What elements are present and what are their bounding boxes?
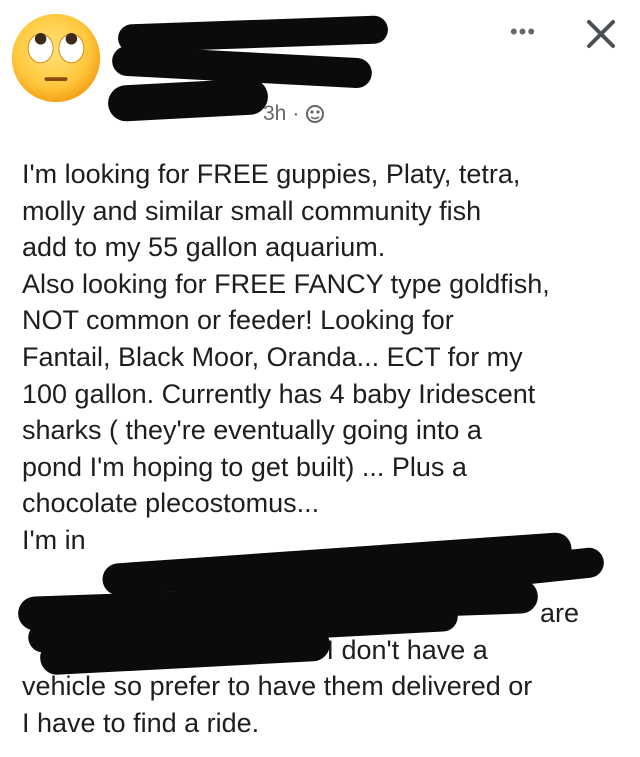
post-line: I have to find a ride. — [22, 707, 260, 738]
post-line: I'm looking for FREE guppies, Platy, tet… — [22, 159, 521, 189]
post-line: vehicle so prefer to have them delivered… — [22, 671, 533, 702]
post-line: pond I'm hoping to get built) ... Plus a — [22, 451, 467, 482]
post-line: .. I don't have a — [304, 634, 488, 665]
post-header: 3h · ••• — [0, 0, 640, 140]
post-meta: 3h · — [263, 102, 325, 126]
post-line: NOT common or feeder! Looking for — [22, 305, 454, 336]
post-line: I'm in — [22, 524, 86, 555]
separator-dot: · — [292, 102, 300, 125]
post-line: Also looking for FREE FANCY type goldfis… — [22, 268, 550, 299]
post-line: are — [539, 598, 579, 629]
eye-roll-emoji-avatar[interactable] — [8, 10, 104, 106]
post-line: Fantail, Black Moor, Oranda... ECT for m… — [22, 341, 523, 372]
post-line: sharks ( they're eventually going into a — [22, 415, 482, 446]
redacted-name-line-3 — [107, 77, 269, 123]
post-line: molly and similar small community fish — [22, 195, 482, 226]
post-line: chocolate plecostomus... — [22, 488, 320, 519]
globe-icon[interactable] — [305, 104, 325, 124]
post-line: add to my 55 gallon aquarium. — [22, 232, 386, 263]
post-line — [22, 559, 627, 596]
more-options-button[interactable]: ••• — [503, 21, 543, 43]
close-icon[interactable] — [581, 14, 621, 54]
post-body: I'm looking for FREE guppies, Platy, tet… — [22, 156, 627, 742]
post-timestamp[interactable]: 3h — [263, 102, 286, 126]
post-line: 100 gallon. Currently has 4 baby Iridesc… — [22, 378, 536, 409]
